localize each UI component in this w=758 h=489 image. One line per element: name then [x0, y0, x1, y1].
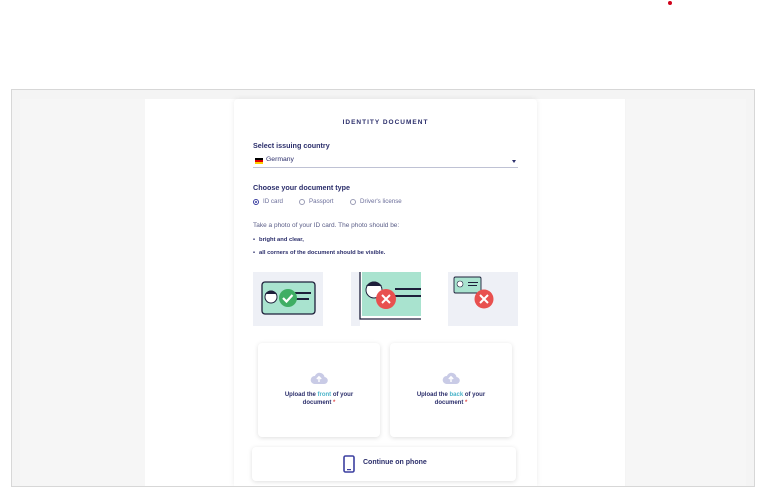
example-too-far-photo [448, 272, 518, 326]
country-label: Select issuing country [253, 141, 330, 150]
phone-icon [343, 455, 355, 473]
upload-back-text: Upload the back of your document * [416, 392, 486, 406]
upload-front-button[interactable]: Upload the front of your document * [258, 343, 380, 437]
radio-label: ID card [263, 198, 283, 205]
radio-dot [253, 198, 259, 205]
country-select[interactable]: Germany [253, 155, 518, 168]
id-card-small-illustration [453, 276, 494, 309]
radio-drivers-license[interactable]: Driver's license [350, 198, 402, 205]
continue-on-phone-button[interactable]: Continue on phone [252, 447, 516, 481]
radio-label: Driver's license [360, 198, 402, 205]
upload-back-button[interactable]: Upload the back of your document * [390, 343, 512, 437]
chevron-down-icon [512, 160, 516, 163]
example-correct-photo [253, 272, 323, 326]
red-indicator-dot [668, 1, 672, 5]
upload-front-text: Upload the front of your document * [284, 392, 354, 406]
identity-document-card: IDENTITY DOCUMENT Select issuing country… [234, 99, 537, 486]
id-card-correct-illustration [261, 281, 316, 315]
cloud-upload-icon [442, 372, 460, 385]
radio-passport[interactable]: Passport [299, 198, 333, 205]
id-card-cropped-illustration [359, 272, 421, 326]
right-panel [626, 99, 746, 486]
germany-flag-icon [255, 158, 263, 164]
requirement-item: bright and clear, [253, 237, 385, 243]
example-too-close-photo [351, 272, 421, 326]
radio-dot [299, 198, 305, 205]
continue-on-phone-label: Continue on phone [363, 459, 427, 466]
photo-requirements-list: bright and clear, all corners of the doc… [253, 237, 385, 263]
left-panel [20, 99, 145, 486]
photo-instructions: Take a photo of your ID card. The photo … [253, 222, 400, 229]
radio-dot [350, 198, 356, 205]
country-value: Germany [266, 156, 294, 163]
browser-frame: IDENTITY DOCUMENT Select issuing country… [11, 89, 755, 487]
cloud-upload-icon [310, 372, 328, 385]
radio-label: Passport [309, 198, 334, 205]
document-type-label: Choose your document type [253, 183, 351, 192]
requirement-item: all corners of the document should be vi… [253, 250, 385, 256]
page-title: IDENTITY DOCUMENT [342, 119, 429, 126]
radio-id-card[interactable]: ID card [253, 198, 283, 205]
